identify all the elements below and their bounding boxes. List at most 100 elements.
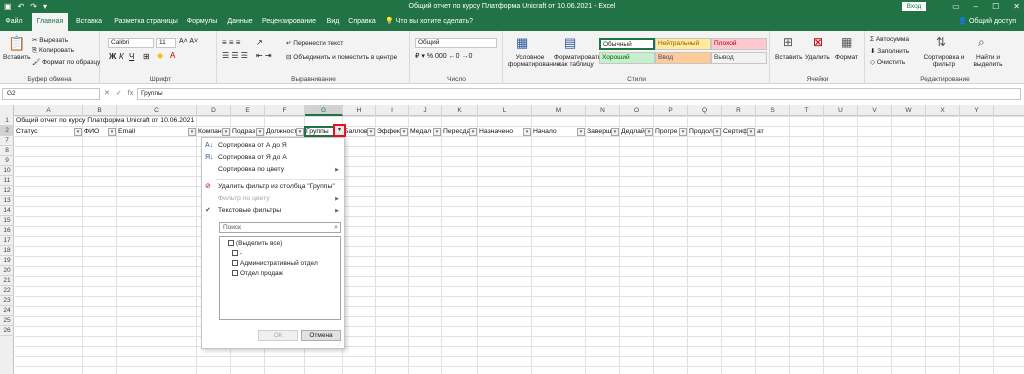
tab-view[interactable]: Вид [323, 13, 343, 31]
sort-za-item[interactable]: Я↓ Сортировка от Я до А [202, 152, 344, 164]
row-header-8[interactable]: 8 [0, 146, 14, 156]
format-painter-button[interactable]: 🖌 Формат по образцу [32, 58, 100, 66]
filter-dropdown-button[interactable]: ▾ [400, 128, 408, 136]
filter-dropdown-button[interactable]: ▾ [367, 128, 375, 136]
format-cells-button[interactable]: Формат [835, 54, 858, 61]
header-cell[interactable]: Подраз [232, 127, 256, 137]
font-size-select[interactable]: 11 [156, 38, 176, 48]
column-header-d[interactable]: D [197, 105, 231, 116]
delete-cells-button[interactable]: Удалить [805, 54, 830, 61]
column-header-n[interactable]: N [586, 105, 620, 116]
minimize-icon[interactable]: – [974, 0, 978, 13]
tell-me-box[interactable]: 💡 Что вы хотите сделать? [385, 13, 473, 31]
number-format-select[interactable]: Общий [415, 38, 497, 48]
row-header-23[interactable]: 23 [0, 296, 14, 306]
header-cell[interactable]: Баллов [344, 127, 367, 137]
align-left-icon[interactable]: ☰ ☰ ☰ [222, 51, 248, 60]
header-cell[interactable]: Начало [533, 127, 577, 137]
conditional-formatting-icon[interactable]: ▦ [516, 35, 528, 51]
header-cell[interactable]: Дедлай [621, 127, 645, 137]
header-cell[interactable]: Прогре [655, 127, 679, 137]
column-header-g[interactable]: G [305, 105, 343, 116]
column-header-q[interactable]: Q [688, 105, 722, 116]
share-button[interactable]: 👤 Общий доступ [958, 13, 1016, 31]
row-header-26[interactable]: 26 [0, 326, 14, 336]
row-header-16[interactable]: 16 [0, 226, 14, 236]
column-header-s[interactable]: S [756, 105, 790, 116]
row-header-22[interactable]: 22 [0, 286, 14, 296]
column-header-l[interactable]: L [478, 105, 532, 116]
format-as-table-button[interactable]: Форматировать как таблицу [554, 54, 601, 68]
fill-color-icon[interactable]: ◆ [157, 51, 163, 60]
paste-button[interactable]: Вставить [3, 54, 31, 61]
style-output[interactable]: Вывод [711, 52, 767, 64]
font-color-icon[interactable]: A [170, 51, 175, 60]
column-header-t[interactable]: T [790, 105, 824, 116]
italic-icon[interactable]: К [119, 52, 124, 61]
cancel-icon[interactable]: ✕ [104, 87, 110, 101]
column-header-a[interactable]: A [15, 105, 83, 116]
cancel-button[interactable]: Отмена [301, 330, 341, 341]
formula-input[interactable]: Группы [137, 88, 1021, 100]
column-header-r[interactable]: R [722, 105, 756, 116]
resize-grip-icon[interactable]: ⋰ [337, 340, 343, 347]
header-cell[interactable]: Email [118, 127, 188, 137]
filter-dropdown-button[interactable]: ▾ [222, 128, 230, 136]
row-header-17[interactable]: 17 [0, 236, 14, 246]
font-name-select[interactable]: Calibri [108, 38, 154, 48]
filter-dropdown-button[interactable]: ▾ [108, 128, 116, 136]
row-header-18[interactable]: 18 [0, 246, 14, 256]
filter-dropdown-button[interactable]: ▾ [611, 128, 619, 136]
currency-icon[interactable]: ₽ ▾ % 000 ←0 →0 [415, 52, 472, 60]
borders-icon[interactable]: ⊞ [143, 52, 150, 61]
insert-cells-button[interactable]: Вставить [775, 54, 803, 61]
header-cell[interactable]: Завершен [587, 127, 611, 137]
enter-icon[interactable]: ✓ [116, 87, 122, 101]
column-header-b[interactable]: B [83, 105, 117, 116]
header-cell[interactable]: Группы [306, 127, 334, 137]
filter-dropdown-button[interactable]: ▾ [713, 128, 721, 136]
header-cell[interactable]: Продол [689, 127, 713, 137]
filter-dropdown-button[interactable]: ▾ [577, 128, 585, 136]
align-top-icon[interactable]: ≡ ≡ ≡ [222, 38, 240, 47]
row-header-12[interactable]: 12 [0, 186, 14, 196]
cell-area[interactable] [15, 116, 1024, 374]
column-header-f[interactable]: F [265, 105, 305, 116]
filter-dropdown-button[interactable]: ▾ [74, 128, 82, 136]
row-header-10[interactable]: 10 [0, 166, 14, 176]
style-input[interactable]: Ввод [655, 52, 711, 64]
find-select-button[interactable]: Найти и выделить [970, 54, 1006, 68]
style-good[interactable]: Хороший [599, 52, 655, 64]
header-cell[interactable]: Эффек [377, 127, 400, 137]
filter-dropdown-button[interactable]: ▾ [296, 128, 304, 136]
column-header-o[interactable]: O [620, 105, 654, 116]
format-cells-icon[interactable]: ▦ [841, 35, 852, 49]
tab-page-layout[interactable]: Разметка страницы [111, 13, 181, 31]
header-cell[interactable]: Должност [266, 127, 296, 137]
row-header-21[interactable]: 21 [0, 276, 14, 286]
header-cell[interactable]: Сертиф [723, 127, 747, 137]
header-cell[interactable]: Медал [410, 127, 433, 137]
copy-button[interactable]: ⎘ Копировать [32, 47, 74, 55]
tab-home[interactable]: Главная [32, 13, 68, 31]
list-item-select-all[interactable]: (Выделить все) [228, 239, 282, 249]
column-header-i[interactable]: I [376, 105, 409, 116]
sort-filter-button[interactable]: Сортировка и фильтр [922, 54, 966, 68]
sort-az-item[interactable]: A↓ Сортировка от А до Я [202, 140, 344, 152]
row-header-25[interactable]: 25 [0, 316, 14, 326]
select-all-corner[interactable] [0, 105, 14, 116]
column-header-v[interactable]: V [858, 105, 892, 116]
header-cell[interactable]: ФИО [84, 127, 108, 137]
column-header-y[interactable]: Y [960, 105, 994, 116]
column-header-p[interactable]: P [654, 105, 688, 116]
insert-cells-icon[interactable]: ⊞ [783, 35, 793, 49]
row-header-7[interactable]: 7 [0, 136, 14, 146]
clear-button[interactable]: ◇ Очистить [870, 58, 905, 66]
column-header-x[interactable]: X [926, 105, 960, 116]
column-header-h[interactable]: H [343, 105, 376, 116]
text-filters-item[interactable]: ✔ Текстовые фильтры ▶ [202, 205, 344, 217]
cut-button[interactable]: ✂ Вырезать [32, 36, 68, 44]
wrap-text-button[interactable]: ↵ Перенести текст [286, 39, 343, 47]
paste-icon[interactable]: 📋 [8, 35, 25, 52]
row-header-2[interactable]: 2 [0, 126, 14, 136]
